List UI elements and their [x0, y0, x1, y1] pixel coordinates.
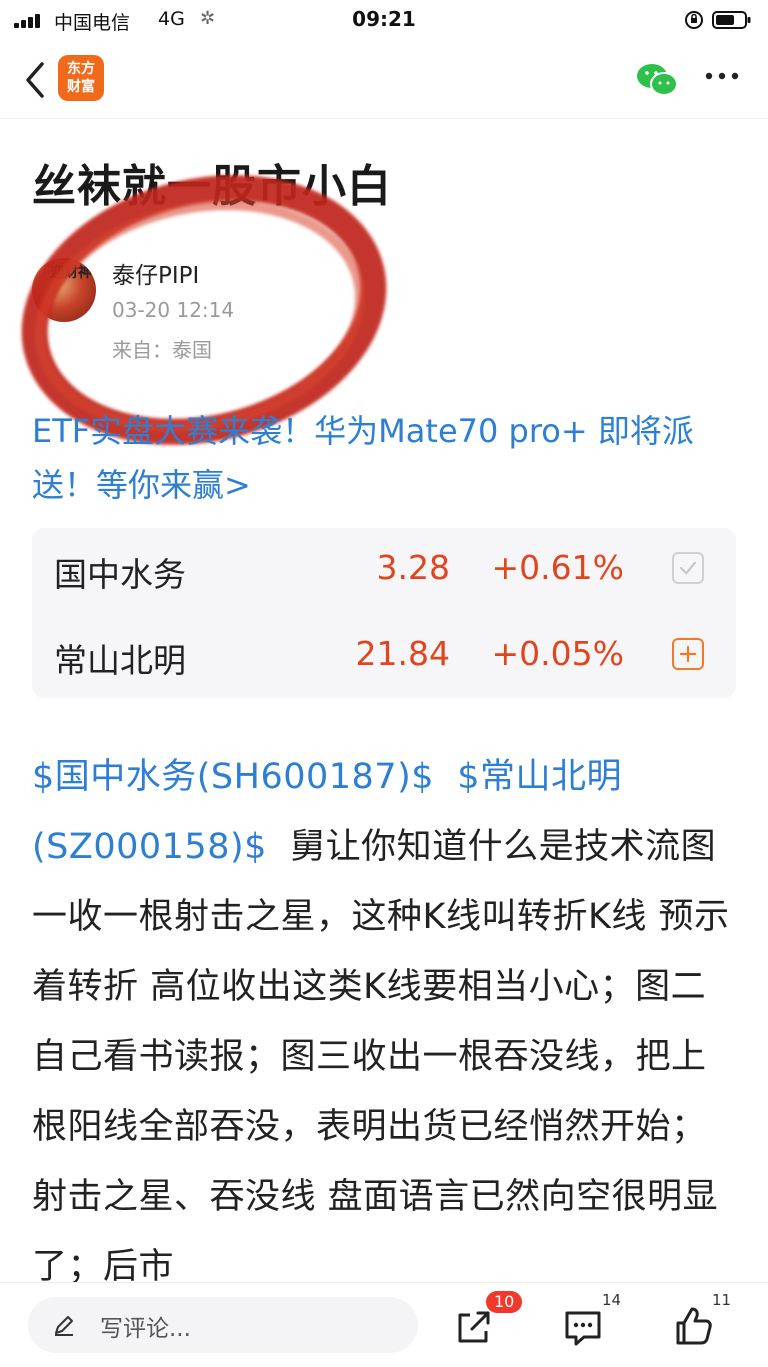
body-paragraph: 舅让你知道什么是技术流图一收一根射击之星，这种K线叫转折K线 预示着转折 高位收… — [32, 827, 730, 1282]
stock-change: +0.05% — [491, 634, 624, 673]
pencil-icon — [55, 1316, 73, 1336]
post-location: 来自：泰国 — [112, 338, 212, 362]
clock: 09:21 — [352, 7, 416, 31]
comment-icon — [565, 1311, 601, 1346]
share-badge: 10 — [486, 1291, 523, 1313]
nav-bar: 东方 财富 — [0, 44, 768, 119]
share-icon — [458, 1311, 490, 1343]
promo-link[interactable]: ETF实盘大赛来袭！华为Mate70 pro+ 即将派送！等你来赢> — [32, 404, 732, 512]
share-button[interactable]: 10 — [452, 1291, 523, 1353]
like-count: 11 — [712, 1291, 732, 1309]
stock-tag-link[interactable]: $国中水务(SH600187)$ — [32, 757, 434, 797]
article-body: $国中水务(SH600187)$ $常山北明(SZ000158)$ 舅让你知道什… — [0, 742, 768, 1282]
bottom-action-bar: 写评论... 10 14 11 — [0, 1282, 768, 1367]
add-watchlist-icon[interactable] — [672, 638, 704, 670]
article-title: 丝袜就一股市小白 — [32, 161, 392, 212]
stock-row[interactable]: 国中水务 3.28 +0.61% — [32, 528, 736, 612]
stock-name: 常山北明 — [54, 641, 186, 680]
stock-change: +0.61% — [491, 548, 624, 587]
author-name[interactable]: 泰仔PIPI — [112, 256, 199, 290]
avatar[interactable]: 迎财神 — [32, 258, 96, 322]
status-bar: 中国电信 4G ✲ 09:21 — [0, 0, 768, 44]
logo-line-1: 东方 — [67, 61, 95, 77]
post-time: 03-20 12:14 — [112, 298, 235, 322]
stock-name: 国中水务 — [54, 555, 186, 594]
comment-input[interactable]: 写评论... — [28, 1297, 418, 1353]
wechat-icon[interactable] — [636, 62, 678, 98]
stock-price: 21.84 — [355, 634, 450, 673]
more-icon[interactable] — [704, 68, 740, 84]
app-logo[interactable]: 东方 财富 — [58, 55, 104, 101]
logo-line-2: 财富 — [67, 79, 95, 95]
comment-count: 14 — [602, 1291, 622, 1309]
comments-button[interactable]: 14 — [562, 1291, 621, 1353]
rotation-lock-icon — [685, 11, 703, 29]
battery-icon — [712, 11, 751, 29]
stock-quote-box: 国中水务 3.28 +0.61% 常山北明 21.84 +0.05% — [32, 528, 736, 698]
stock-price: 3.28 — [376, 548, 450, 587]
back-icon[interactable] — [22, 58, 52, 102]
stock-row[interactable]: 常山北明 21.84 +0.05% — [32, 614, 736, 698]
comment-placeholder: 写评论... — [100, 1316, 191, 1342]
like-button[interactable]: 11 — [672, 1291, 731, 1353]
added-checkbox-icon[interactable] — [672, 552, 704, 584]
avatar-text: 迎财神 — [50, 265, 92, 281]
thumbs-up-icon — [676, 1307, 712, 1345]
article-body-text: $国中水务(SH600187)$ $常山北明(SZ000158)$ 舅让你知道什… — [32, 742, 740, 1282]
